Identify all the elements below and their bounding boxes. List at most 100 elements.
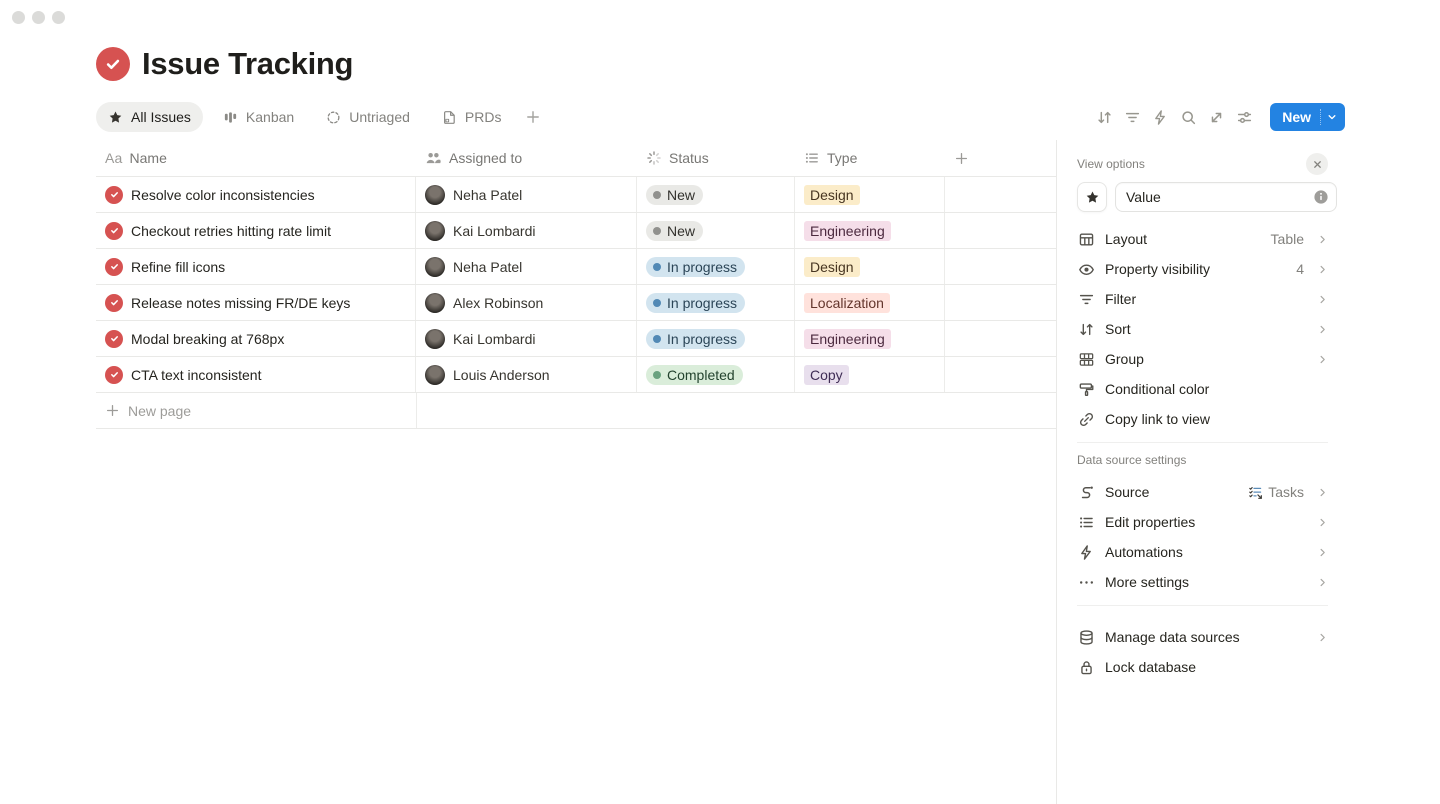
view-name-field[interactable] [1115, 182, 1337, 212]
add-view-button[interactable] [521, 109, 545, 125]
chevron-right-icon [1316, 294, 1328, 305]
close-panel-button[interactable] [1306, 153, 1328, 175]
add-column-button[interactable] [945, 140, 1056, 176]
type-badge: Engineering [804, 329, 891, 349]
panel-item-more-settings[interactable]: More settings [1077, 567, 1328, 597]
panel-item-copy-link[interactable]: Copy link to view [1077, 404, 1328, 434]
table-row[interactable]: Modal breaking at 768px Kai Lombardi In … [96, 321, 1056, 357]
issue-title[interactable]: Refine fill icons [131, 259, 225, 275]
window-zoom-button[interactable] [52, 11, 65, 24]
type-cell[interactable]: Design [795, 249, 945, 284]
panel-item-property-visibility[interactable]: Property visibility 4 [1077, 254, 1328, 284]
issue-title[interactable]: CTA text inconsistent [131, 367, 261, 383]
item-value: Table [1271, 231, 1304, 247]
issue-title[interactable]: Checkout retries hitting rate limit [131, 223, 331, 239]
panel-item-conditional-color[interactable]: Conditional color [1077, 374, 1328, 404]
empty-cell[interactable] [945, 213, 1056, 248]
status-badge: In progress [646, 329, 745, 349]
assignee-cell[interactable]: Neha Patel [416, 177, 637, 212]
new-dropdown-button[interactable] [1321, 103, 1345, 131]
name-cell[interactable]: CTA text inconsistent [96, 357, 416, 392]
info-icon[interactable] [1313, 189, 1329, 205]
avatar [425, 185, 445, 205]
new-page-row[interactable]: New page [96, 393, 1056, 429]
tab-prds[interactable]: PRDs [430, 102, 514, 132]
status-cell[interactable]: Completed [637, 357, 795, 392]
status-badge: In progress [646, 293, 745, 313]
star-icon [108, 110, 123, 125]
type-badge: Design [804, 185, 860, 205]
assignee-cell[interactable]: Kai Lombardi [416, 213, 637, 248]
table-row[interactable]: Checkout retries hitting rate limit Kai … [96, 213, 1056, 249]
view-name-input[interactable] [1126, 189, 1307, 205]
chevron-right-icon [1316, 517, 1328, 528]
status-dot [653, 335, 661, 343]
table-row[interactable]: Resolve color inconsistencies Neha Patel… [96, 177, 1056, 213]
status-cell[interactable]: New [637, 213, 795, 248]
expand-icon[interactable] [1208, 109, 1225, 126]
issue-title[interactable]: Modal breaking at 768px [131, 331, 284, 347]
name-cell[interactable]: Release notes missing FR/DE keys [96, 285, 416, 320]
table-header-row: Aa Name Assigned to Status Type [96, 140, 1056, 177]
empty-cell[interactable] [945, 177, 1056, 212]
page-red-check-icon [96, 47, 130, 81]
issue-title[interactable]: Release notes missing FR/DE keys [131, 295, 350, 311]
table-row[interactable]: Refine fill icons Neha Patel In progress… [96, 249, 1056, 285]
column-header-status[interactable]: Status [637, 140, 795, 176]
group-icon [1077, 351, 1095, 368]
sort-icon [1077, 321, 1095, 338]
status-cell[interactable]: In progress [637, 321, 795, 356]
tune-icon[interactable] [1236, 109, 1253, 126]
table-row[interactable]: Release notes missing FR/DE keys Alex Ro… [96, 285, 1056, 321]
type-cell[interactable]: Engineering [795, 213, 945, 248]
new-button[interactable]: New [1270, 103, 1320, 131]
window-minimize-button[interactable] [32, 11, 45, 24]
assignee-cell[interactable]: Alex Robinson [416, 285, 637, 320]
status-spinner-icon [646, 150, 662, 166]
type-cell[interactable]: Localization [795, 285, 945, 320]
panel-item-manage-data-sources[interactable]: Manage data sources [1077, 622, 1328, 652]
table-row[interactable]: CTA text inconsistent Louis Anderson Com… [96, 357, 1056, 393]
chevron-down-icon [1327, 112, 1337, 122]
column-header-assigned-to[interactable]: Assigned to [416, 140, 637, 176]
search-icon[interactable] [1180, 109, 1197, 126]
lock-icon [1077, 659, 1095, 676]
type-cell[interactable]: Engineering [795, 321, 945, 356]
empty-cell[interactable] [945, 357, 1056, 392]
panel-item-layout[interactable]: Layout Table [1077, 224, 1328, 254]
assignee-cell[interactable]: Kai Lombardi [416, 321, 637, 356]
tab-untriaged[interactable]: Untriaged [314, 102, 422, 132]
name-cell[interactable]: Checkout retries hitting rate limit [96, 213, 416, 248]
tab-kanban[interactable]: Kanban [211, 102, 306, 132]
panel-item-lock-database[interactable]: Lock database [1077, 652, 1328, 682]
assignee-cell[interactable]: Louis Anderson [416, 357, 637, 392]
panel-item-edit-properties[interactable]: Edit properties [1077, 507, 1328, 537]
name-cell[interactable]: Modal breaking at 768px [96, 321, 416, 356]
filter-icon[interactable] [1124, 109, 1141, 126]
name-cell[interactable]: Resolve color inconsistencies [96, 177, 416, 212]
panel-item-filter[interactable]: Filter [1077, 284, 1328, 314]
type-badge: Design [804, 257, 860, 277]
sort-icon[interactable] [1096, 109, 1113, 126]
status-cell[interactable]: In progress [637, 285, 795, 320]
assignee-cell[interactable]: Neha Patel [416, 249, 637, 284]
type-cell[interactable]: Copy [795, 357, 945, 392]
tab-all-issues[interactable]: All Issues [96, 102, 203, 132]
name-cell[interactable]: Refine fill icons [96, 249, 416, 284]
issue-title[interactable]: Resolve color inconsistencies [131, 187, 315, 203]
panel-item-source[interactable]: Source Tasks [1077, 477, 1328, 507]
empty-cell[interactable] [945, 321, 1056, 356]
panel-item-automations[interactable]: Automations [1077, 537, 1328, 567]
column-header-type[interactable]: Type [795, 140, 945, 176]
empty-cell[interactable] [945, 249, 1056, 284]
panel-item-sort[interactable]: Sort [1077, 314, 1328, 344]
panel-item-group[interactable]: Group [1077, 344, 1328, 374]
bolt-icon[interactable] [1152, 109, 1169, 126]
status-cell[interactable]: In progress [637, 249, 795, 284]
status-cell[interactable]: New [637, 177, 795, 212]
view-icon-button[interactable] [1077, 182, 1107, 212]
empty-cell[interactable] [945, 285, 1056, 320]
type-cell[interactable]: Design [795, 177, 945, 212]
window-close-button[interactable] [12, 11, 25, 24]
column-header-name[interactable]: Aa Name [96, 140, 416, 176]
